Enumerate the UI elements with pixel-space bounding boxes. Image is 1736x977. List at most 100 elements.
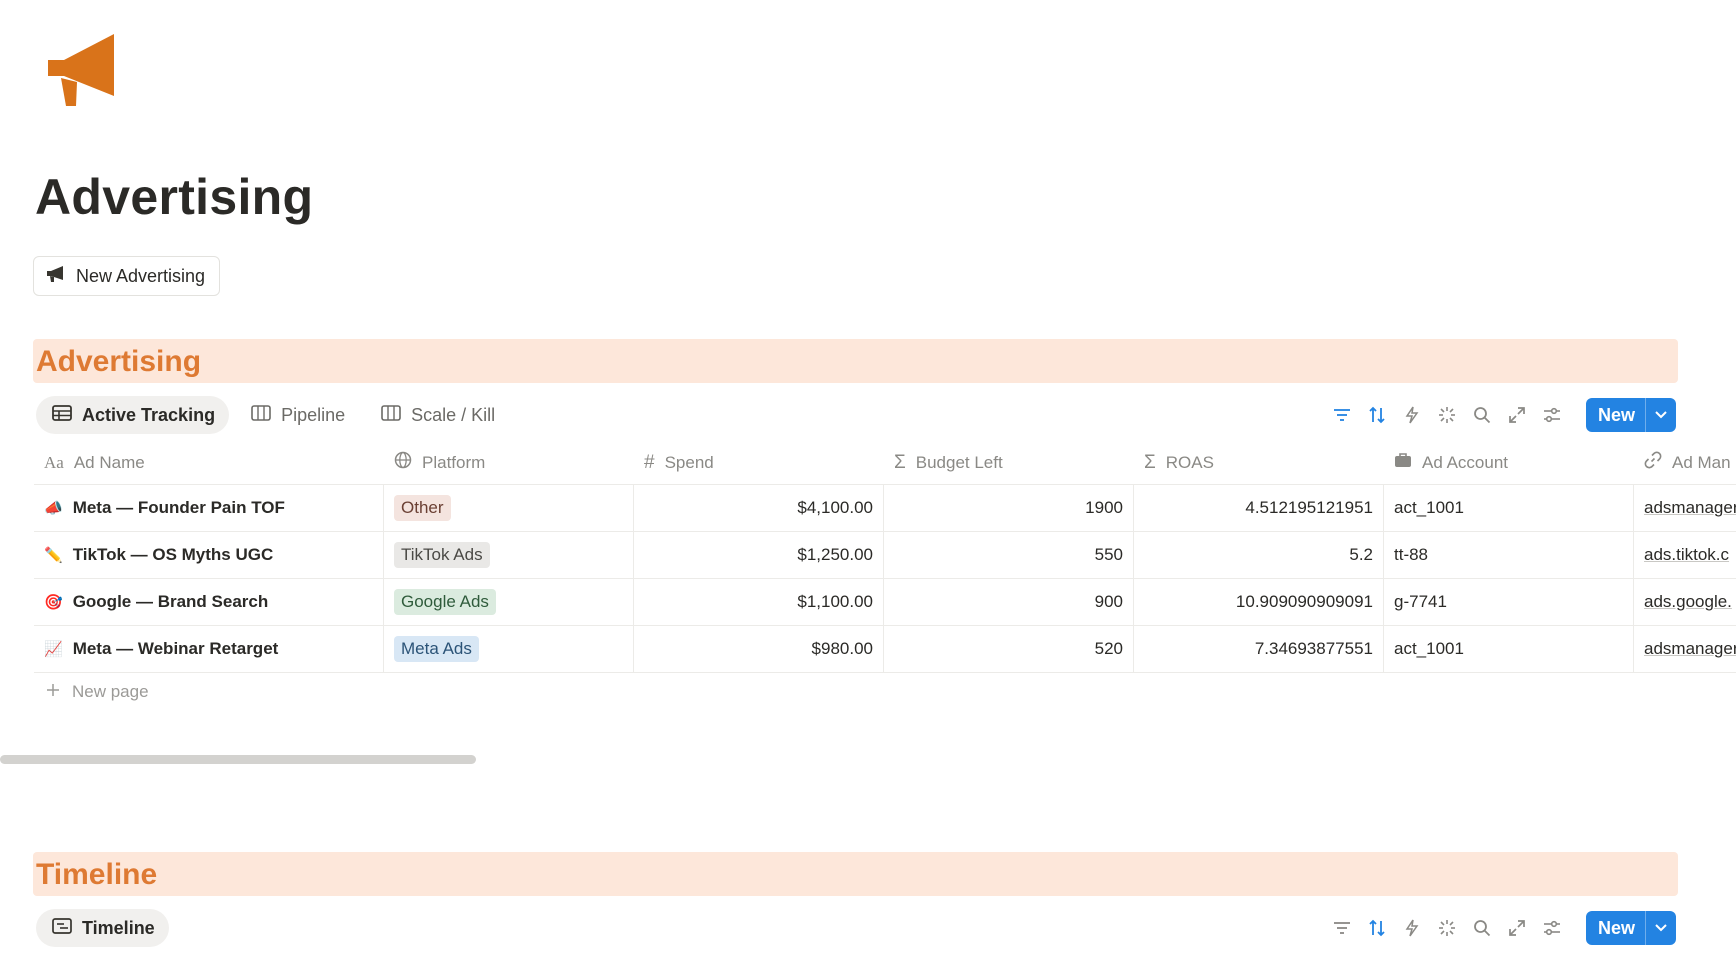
lightning-icon[interactable] [1401,404,1424,427]
ad-manager-link-cell[interactable]: ads.google. [1634,579,1736,625]
ad-account-cell[interactable]: act_1001 [1384,485,1634,531]
ad-manager-link-cell[interactable]: ads.tiktok.c [1634,532,1736,578]
table-row[interactable]: ✏️ TikTok — OS Myths UGC TikTok Ads $1,2… [34,532,1736,579]
row-emoji-icon: 📈 [44,641,63,658]
column-header-ad-name[interactable]: Aa Ad Name [34,441,384,484]
view-toolbar: New [1331,398,1676,432]
ad-manager-link[interactable]: adsmanager [1644,639,1736,659]
chevron-down-icon[interactable] [1645,398,1676,432]
table-row[interactable]: 📣 Meta — Founder Pain TOF Other $4,100.0… [34,485,1736,532]
section-heading: Timeline [36,858,158,891]
new-record-button[interactable]: New [1585,911,1676,945]
ad-name: Meta — Webinar Retarget [72,639,279,658]
ad-manager-link[interactable]: adsmanager [1644,498,1736,518]
new-record-button[interactable]: New [1585,398,1676,432]
search-icon[interactable] [1471,404,1494,427]
ad-name: TikTok — OS Myths UGC [72,545,274,564]
roas-cell[interactable]: 10.909090909091 [1134,579,1384,625]
new-advertising-button[interactable]: New Advertising [33,256,221,296]
spend-cell[interactable]: $980.00 [634,626,884,672]
table-header: Aa Ad Name Platform # Spend Σ Budget Lef… [34,441,1736,485]
horizontal-scrollbar[interactable] [0,755,476,764]
row-emoji-icon: 🎯 [44,594,63,611]
column-label: Ad Name [73,452,145,472]
platform-cell[interactable]: Google Ads [384,579,634,625]
ad-account-cell[interactable]: tt-88 [1384,532,1634,578]
column-label: Ad Account [1422,452,1509,472]
ad-name-cell[interactable]: 📈 Meta — Webinar Retarget [34,626,384,672]
ad-name-cell[interactable]: 📣 Meta — Founder Pain TOF [34,485,384,531]
budget-left-cell[interactable]: 550 [884,532,1134,578]
roas-cell[interactable]: 4.512195121951 [1134,485,1384,531]
platform-tag: Other [394,495,451,521]
row-emoji-icon: 📣 [44,500,63,517]
sort-icon[interactable] [1366,917,1389,940]
column-header-budget-left[interactable]: Σ Budget Left [884,441,1134,484]
roas-cell[interactable]: 7.34693877551 [1134,626,1384,672]
table-row[interactable]: 📈 Meta — Webinar Retarget Meta Ads $980.… [34,626,1736,673]
sigma-icon: Σ [1144,451,1156,473]
section-header-timeline: Timeline [33,852,1678,896]
tab-label: Timeline [82,917,155,938]
spend-cell[interactable]: $1,250.00 [634,532,884,578]
tab-timeline[interactable]: Timeline [36,909,169,947]
sort-icon[interactable] [1366,404,1389,427]
spend-cell[interactable]: $1,100.00 [634,579,884,625]
expand-icon[interactable] [1506,917,1529,940]
ad-manager-link[interactable]: ads.google. [1644,592,1732,612]
view-tabs: Timeline [36,909,169,947]
chevron-down-icon[interactable] [1645,911,1676,945]
filter-icon[interactable] [1331,404,1354,427]
search-icon[interactable] [1471,917,1494,940]
ai-sparkle-icon[interactable] [1436,404,1459,427]
link-icon [1644,451,1662,474]
platform-tag: Google Ads [394,589,496,615]
ad-account-cell[interactable]: g-7741 [1384,579,1634,625]
settings-sliders-icon[interactable] [1541,404,1564,427]
ad-name-cell[interactable]: 🎯 Google — Brand Search [34,579,384,625]
filter-icon[interactable] [1331,917,1354,940]
column-header-platform[interactable]: Platform [334,441,634,484]
table-body: 📣 Meta — Founder Pain TOF Other $4,100.0… [34,485,1736,673]
spend-cell[interactable]: $4,100.00 [634,485,884,531]
platform-cell[interactable]: Other [384,485,634,531]
column-header-ad-manager[interactable]: Ad Man [1634,441,1736,484]
timeline-icon [52,917,72,939]
ad-name: Google — Brand Search [72,592,269,611]
tab-pipeline[interactable]: Pipeline [235,396,359,434]
roas-cell[interactable]: 5.2 [1134,532,1384,578]
ai-sparkle-icon[interactable] [1436,917,1459,940]
tab-scale-kill[interactable]: Scale / Kill [365,396,509,434]
column-header-roas[interactable]: Σ ROAS [1134,441,1384,484]
platform-cell[interactable]: TikTok Ads [384,532,634,578]
lightning-icon[interactable] [1401,917,1424,940]
budget-left-cell[interactable]: 520 [884,626,1134,672]
sigma-icon: Σ [894,451,906,473]
section-header-advertising: Advertising [33,339,1678,383]
platform-cell[interactable]: Meta Ads [384,626,634,672]
ad-name-cell[interactable]: ✏️ TikTok — OS Myths UGC [34,532,384,578]
hash-icon: # [644,451,655,473]
section-heading: Advertising [36,345,202,378]
ad-manager-link[interactable]: ads.tiktok.c [1644,545,1729,565]
text-aa-icon: Aa [44,452,64,472]
settings-sliders-icon[interactable] [1541,917,1564,940]
row-emoji-icon: ✏️ [44,547,63,564]
budget-left-cell[interactable]: 900 [884,579,1134,625]
ad-account-cell[interactable]: act_1001 [1384,626,1634,672]
tab-active-tracking[interactable]: Active Tracking [36,396,230,434]
budget-left-cell[interactable]: 1900 [884,485,1134,531]
megaphone-icon[interactable] [44,30,124,110]
column-header-ad-account[interactable]: Ad Account [1384,441,1634,484]
expand-icon[interactable] [1506,404,1529,427]
new-button-label: New [1597,917,1635,938]
tab-label: Scale / Kill [411,404,496,425]
ad-manager-link-cell[interactable]: adsmanager [1634,485,1736,531]
briefcase-icon [1394,452,1412,473]
column-header-spend[interactable]: # Spend [634,441,884,484]
table-row[interactable]: 🎯 Google — Brand Search Google Ads $1,10… [34,579,1736,626]
ad-manager-link-cell[interactable]: adsmanager [1634,626,1736,672]
board-icon [251,404,271,426]
column-label: ROAS [1165,452,1214,472]
new-page-button[interactable]: New page [46,682,149,702]
